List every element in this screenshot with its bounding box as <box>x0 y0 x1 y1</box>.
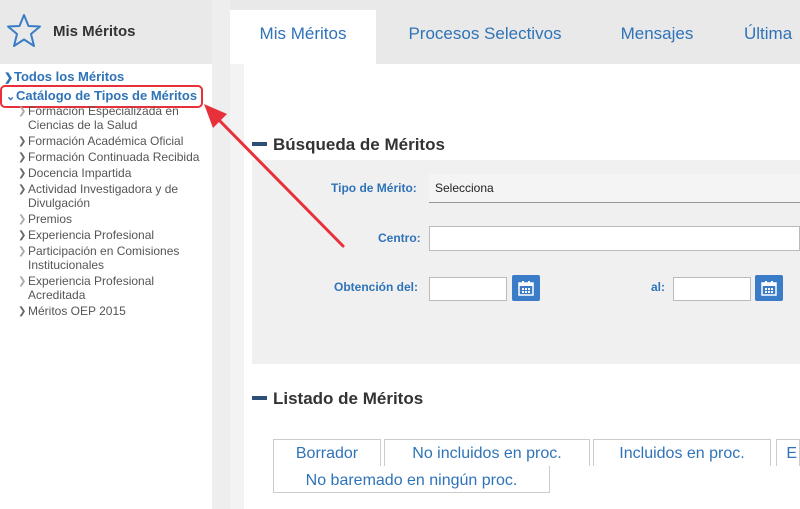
tab-e[interactable]: E <box>776 439 800 466</box>
sidebar-item-premios[interactable]: ❯ Premios <box>18 212 210 226</box>
chevron-right-icon: ❯ <box>4 72 14 84</box>
listado-section-title: Listado de Méritos <box>252 389 423 409</box>
sidebar-item-meritos-oep[interactable]: ❯ Méritos OEP 2015 <box>18 304 210 318</box>
chevron-right-icon: ❯ <box>18 276 27 287</box>
chevron-right-icon: ❯ <box>18 230 27 241</box>
tipo-merito-label: Tipo de Mérito: <box>331 181 417 195</box>
centro-input[interactable] <box>429 226 800 251</box>
catalog-sublist: ❯ Formación Especializada en Ciencias de … <box>18 104 210 320</box>
calendar-desde-button[interactable] <box>512 275 540 301</box>
tab-no-incluidos[interactable]: No incluidos en proc. <box>384 439 590 466</box>
content-left-strip <box>230 64 244 509</box>
tipo-merito-select[interactable]: Selecciona <box>429 174 800 203</box>
collapse-icon[interactable] <box>252 141 267 146</box>
chevron-right-icon: ❯ <box>18 106 27 117</box>
sidebar-item-actividad-investigadora[interactable]: ❯ Actividad Investigadora y de Divulgació… <box>18 182 210 210</box>
chevron-right-icon: ❯ <box>18 152 27 163</box>
sidebar-header: Mis Méritos <box>0 0 212 64</box>
tab-borrador[interactable]: Borrador <box>273 439 381 466</box>
chevron-right-icon: ❯ <box>18 136 27 147</box>
collapse-icon[interactable] <box>252 395 267 400</box>
sidebar-item-all-merits[interactable]: ❯Todos los Méritos <box>4 69 124 86</box>
tab-no-baremado[interactable]: No baremado en ningún proc. <box>273 466 550 493</box>
calendar-icon <box>761 281 777 296</box>
tab-incluidos[interactable]: Incluidos en proc. <box>593 439 771 466</box>
chevron-right-icon: ❯ <box>18 214 27 225</box>
main-tabbar: Mis Méritos Procesos Selectivos Mensajes… <box>230 0 800 64</box>
sidebar-item-formacion-continuada[interactable]: ❯ Formación Continuada Recibida <box>18 150 210 164</box>
calendar-hasta-button[interactable] <box>755 275 783 301</box>
tab-procesos-selectivos[interactable]: Procesos Selectivos <box>392 10 578 64</box>
centro-label: Centro: <box>378 231 421 245</box>
chevron-down-icon: ⌄ <box>6 91 16 103</box>
star-icon <box>7 14 41 47</box>
search-section-title: Búsqueda de Méritos <box>252 135 445 155</box>
sidebar-divider <box>212 0 230 509</box>
sidebar-item-formacion-especializada[interactable]: ❯ Formación Especializada en Ciencias de … <box>18 104 210 132</box>
chevron-right-icon: ❯ <box>18 306 27 317</box>
sidebar-title: Mis Méritos <box>53 23 136 40</box>
sidebar: Mis Méritos ❯Todos los Méritos ⌄Catálogo… <box>0 0 212 509</box>
chevron-right-icon: ❯ <box>18 246 27 257</box>
calendar-icon <box>518 281 534 296</box>
tab-mis-meritos[interactable]: Mis Méritos <box>230 10 376 64</box>
fecha-desde-input[interactable] <box>429 277 507 301</box>
al-label: al: <box>651 280 666 294</box>
sidebar-item-formacion-academica[interactable]: ❯ Formación Académica Oficial <box>18 134 210 148</box>
obtencion-del-label: Obtención del: <box>334 280 418 294</box>
tab-mensajes[interactable]: Mensajes <box>602 10 712 64</box>
tab-ultima[interactable]: Última <box>744 10 800 64</box>
sidebar-item-experiencia-acreditada[interactable]: ❯ Experiencia Profesional Acreditada <box>18 274 210 302</box>
chevron-right-icon: ❯ <box>18 168 27 179</box>
sidebar-item-participacion-comisiones[interactable]: ❯ Participación en Comisiones Institucion… <box>18 244 210 272</box>
sidebar-item-docencia[interactable]: ❯ Docencia Impartida <box>18 166 210 180</box>
fecha-hasta-input[interactable] <box>673 277 751 301</box>
sidebar-item-experiencia-profesional[interactable]: ❯ Experiencia Profesional <box>18 228 210 242</box>
chevron-right-icon: ❯ <box>18 184 27 195</box>
